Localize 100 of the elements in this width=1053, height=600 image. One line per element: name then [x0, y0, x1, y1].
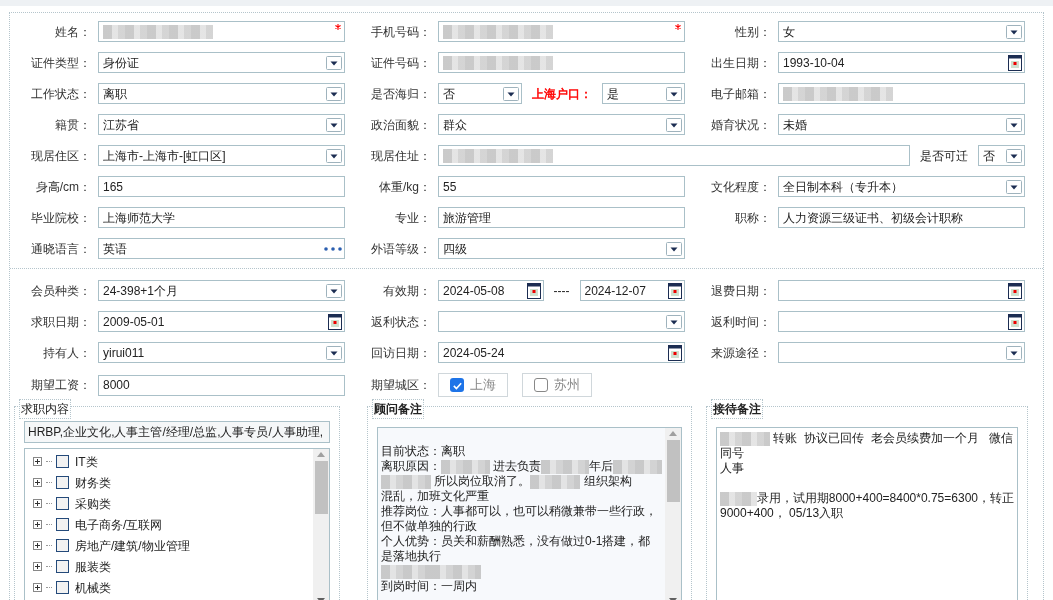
text-field[interactable] — [778, 83, 1025, 104]
redaction-mark — [381, 564, 431, 579]
selected-items-field[interactable]: HRBP,企业文化,人事主管/经理/总监,人事专员/人事助理, — [24, 421, 330, 443]
dropdown-field[interactable]: 离职 — [98, 83, 345, 104]
field-label: 政治面貌： — [370, 116, 432, 134]
field-label: 求职日期： — [30, 313, 92, 331]
field-label: 籍贯： — [54, 116, 92, 134]
tree-item[interactable]: 采购类 — [75, 494, 111, 513]
field-label: 期望城区： — [370, 377, 432, 394]
expand-toggle[interactable] — [33, 499, 42, 508]
tree-item[interactable]: 财务类 — [75, 473, 111, 492]
dropdown-field[interactable]: 四级 — [438, 238, 685, 259]
field-label: 回访日期： — [370, 344, 432, 362]
redaction-mark — [613, 459, 662, 474]
date-field[interactable]: 1993-10-04 — [778, 52, 1025, 73]
note-line: 推荐岗位：人事都可以，也可以稍微兼带一些行政， — [381, 504, 658, 519]
date-field[interactable]: 2009-05-01 — [98, 311, 345, 332]
dropdown-field[interactable]: 身份证 — [98, 52, 345, 73]
dropdown-field[interactable]: 群众 — [438, 114, 685, 135]
redaction-mark — [540, 459, 590, 474]
text-field[interactable] — [438, 145, 910, 166]
expand-toggle[interactable] — [33, 457, 42, 466]
dropdown-field[interactable]: 江苏省 — [98, 114, 345, 135]
dropdown-field[interactable]: 否 — [978, 145, 1025, 166]
dropdown-field[interactable] — [438, 311, 685, 332]
calendar-icon[interactable] — [328, 313, 342, 330]
calendar-icon[interactable] — [526, 282, 541, 299]
tree-item[interactable]: 电子商务/互联网 — [75, 515, 163, 534]
notes-field[interactable]: 目前状态：离职 离职原因： 进去负责 年后 所以岗位取消了。 组织架构 混乱，加班文化严重 推荐岗位：人事都可以，也可以稍微兼带一些行政， 但不做单独的行政 个人优势：员关和薪酬熟悉，没有做过0-1搭建，都 是落地执行 到岗时间：一周内 — [377, 427, 682, 600]
text-field[interactable]: 165 — [98, 176, 345, 197]
checkbox[interactable] — [450, 378, 464, 392]
note-text: 所以岗位取消了。 — [433, 474, 531, 489]
checkbox[interactable] — [56, 455, 69, 468]
tree-item[interactable]: 房地产/建筑/物业管理 — [75, 536, 190, 555]
dropdown-field[interactable] — [778, 342, 1025, 363]
checkbox[interactable] — [56, 476, 69, 489]
note-text: 转账 协议已回传 老会员续费加一个月 微信 — [772, 431, 1013, 446]
checkbox[interactable] — [56, 581, 69, 594]
note-text: 年后 — [589, 459, 614, 474]
scrollbar-thumb[interactable] — [314, 461, 328, 515]
calendar-icon[interactable] — [668, 344, 682, 361]
tree-item[interactable]: 机械类 — [75, 578, 111, 597]
date-field[interactable]: 2024-05-08 — [438, 280, 544, 301]
text-field[interactable]: 旅游管理 — [438, 207, 685, 228]
dropdown-field[interactable]: 24-398+1个月 — [98, 280, 345, 301]
date-field[interactable]: 2024-12-07 — [579, 280, 685, 301]
field-label: 出生日期： — [710, 54, 772, 72]
text-field[interactable] — [438, 21, 685, 42]
dropdown-field[interactable]: 否 — [438, 83, 522, 104]
calendar-icon[interactable] — [1008, 282, 1022, 299]
field-label: 通晓语言： — [30, 240, 92, 258]
text-field[interactable]: 上海师范大学 — [98, 207, 345, 228]
scrollbar-thumb[interactable] — [666, 440, 680, 502]
expand-toggle[interactable] — [33, 520, 42, 529]
dropdown-field[interactable]: 是 — [601, 83, 685, 104]
checkbox[interactable] — [56, 497, 69, 510]
redaction-mark — [431, 564, 481, 579]
text-field[interactable] — [438, 52, 685, 73]
dropdown-field[interactable]: yirui011 — [98, 342, 345, 363]
field-label: 文化程度： — [710, 178, 772, 196]
calendar-icon[interactable] — [1008, 313, 1022, 330]
text-field[interactable]: 55 — [438, 176, 685, 197]
field-label: 姓名： — [54, 23, 92, 41]
text-field[interactable]: 8000 — [98, 374, 345, 396]
calendar-icon[interactable] — [1008, 54, 1022, 71]
dropdown-field[interactable]: 未婚 — [778, 114, 1025, 135]
calendar-icon[interactable] — [668, 282, 682, 299]
expand-toggle[interactable] — [33, 562, 42, 571]
field-label: 职称： — [734, 209, 772, 227]
expand-toggle[interactable] — [33, 541, 42, 550]
scrollbar[interactable] — [313, 449, 329, 600]
scrollbar[interactable] — [665, 428, 681, 600]
tree-item[interactable]: IT类 — [75, 452, 98, 471]
field-label: 工作状态： — [30, 85, 92, 103]
dropdown-field[interactable]: 全日制本科（专升本） — [778, 176, 1025, 197]
checkbox[interactable] — [56, 560, 69, 573]
checkbox-option[interactable]: 苏州 — [522, 373, 592, 397]
field-label: 来源途径： — [710, 344, 772, 362]
expand-toggle[interactable] — [33, 583, 42, 592]
expand-toggle[interactable] — [33, 478, 42, 487]
notes-field[interactable]: 转账 协议已回传 老会员续费加一个月 微信 同号 人事 录用，试用期8000+400=8400*0.75=6300，转正 9000+400， 05/13入职 — [716, 427, 1018, 600]
dropdown-field[interactable]: 女 — [778, 21, 1025, 42]
checkbox-option[interactable]: 上海 — [438, 373, 508, 397]
dropdown-field[interactable]: 上海市-上海市-[虹口区] — [98, 145, 345, 166]
checkbox[interactable] — [56, 539, 69, 552]
field-label: 证件号码： — [370, 54, 432, 72]
text-field[interactable] — [98, 21, 345, 42]
note-line: 混乱，加班文化严重 — [381, 489, 490, 504]
redaction-mark — [530, 474, 581, 489]
more-icon[interactable] — [324, 246, 342, 251]
tree-item[interactable]: 服装类 — [75, 557, 111, 576]
checkbox[interactable] — [56, 518, 69, 531]
text-field[interactable]: 人力资源三级证书、初级会计职称 — [778, 207, 1025, 228]
checkbox[interactable] — [534, 378, 548, 392]
date-field[interactable] — [778, 311, 1025, 332]
field-label: 退费日期： — [710, 282, 772, 300]
date-field[interactable]: 2024-05-24 — [438, 342, 685, 363]
note-line: 个人优势：员关和薪酬熟悉，没有做过0-1搭建，都 — [381, 534, 652, 549]
lookup-field[interactable]: 英语 — [98, 238, 345, 259]
date-field[interactable] — [778, 280, 1025, 301]
